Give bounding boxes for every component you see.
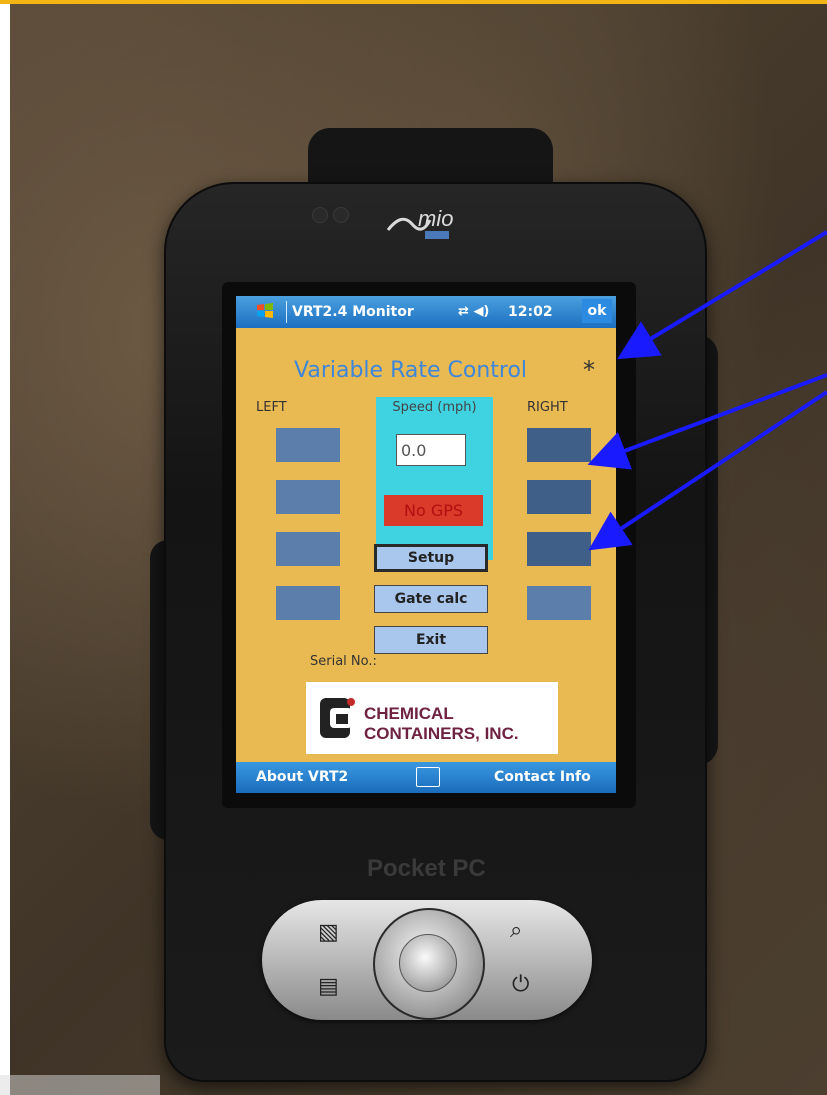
page-corner-strip <box>0 1075 160 1095</box>
annotation-arrow-3 <box>588 390 827 551</box>
annotation-arrows <box>587 230 827 551</box>
annotation-arrow-1 <box>617 230 827 360</box>
annotation-arrow-2 <box>587 373 827 470</box>
